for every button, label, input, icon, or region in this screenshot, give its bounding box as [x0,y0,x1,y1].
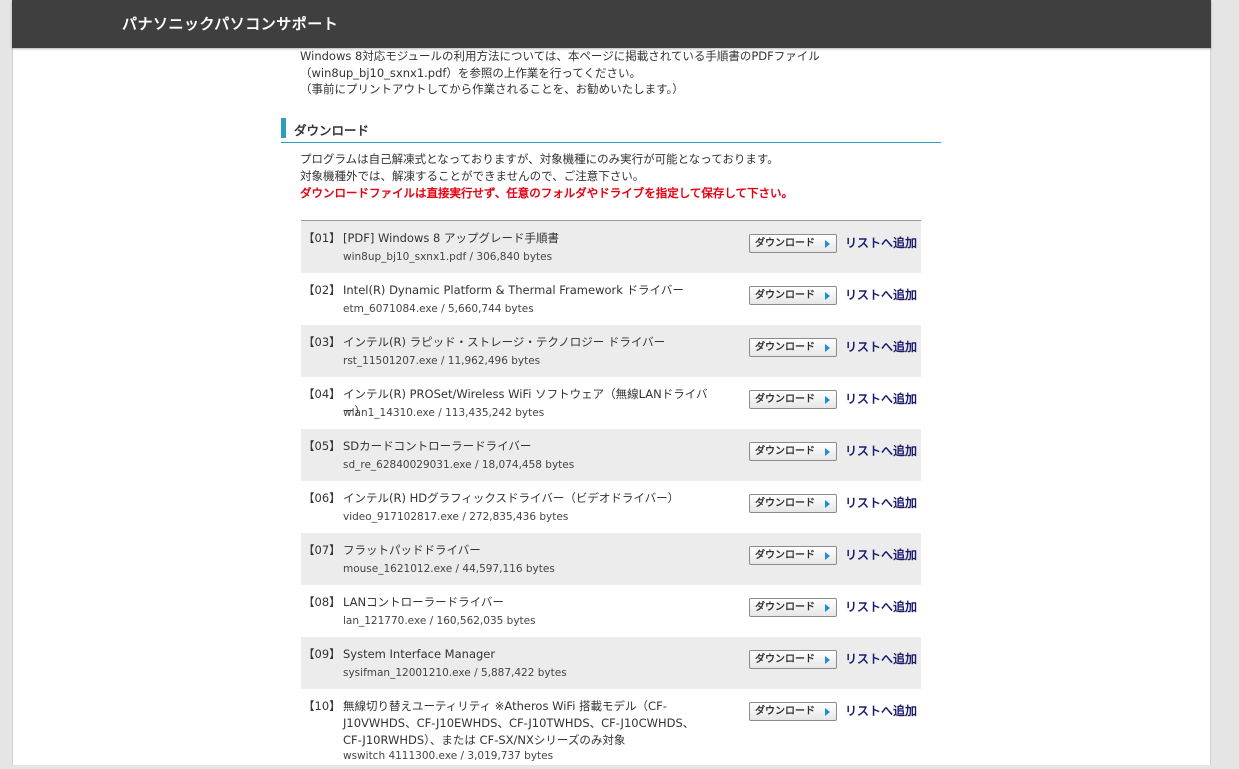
download-button[interactable]: ダウンロード [749,546,837,565]
download-button-label: ダウンロード [755,342,815,353]
item-file: sysifman_12001210.exe / 5,887,422 bytes [343,667,567,679]
download-button[interactable]: ダウンロード [749,234,837,253]
item-file: lan_121770.exe / 160,562,035 bytes [343,615,536,627]
play-arrow-icon [825,656,830,664]
list-item: 【06】 インテル(R) HDグラフィックスドライバー（ビデオドライバー） vi… [301,481,921,533]
list-item: 【03】 インテル(R) ラピッド・ストレージ・テクノロジー ドライバー rst… [301,325,921,377]
item-name: インテル(R) HDグラフィックスドライバー（ビデオドライバー） [343,491,680,505]
add-to-list-link[interactable]: リストへ追加 [845,442,917,459]
download-button[interactable]: ダウンロード [749,702,837,721]
add-to-list-link[interactable]: リストへ追加 [845,650,917,667]
add-to-list-link[interactable]: リストへ追加 [845,702,917,719]
item-name: [PDF] Windows 8 アップグレード手順書 [343,231,559,245]
download-button-label: ダウンロード [755,602,815,613]
play-arrow-icon [825,708,830,716]
download-button[interactable]: ダウンロード [749,494,837,513]
intro-line: （win8up_bj10_sxnx1.pdf）を参照の上作業を行ってください。 [300,65,642,80]
item-number: 【08】 [303,595,341,609]
item-file: mouse_1621012.exe / 44,597,116 bytes [343,563,555,575]
download-button[interactable]: ダウンロード [749,598,837,617]
add-to-list-link[interactable]: リストへ追加 [845,546,917,563]
intro-line: Windows 8対応モジュールの利用方法については、本ページに掲載されている手… [300,49,820,63]
item-file: sd_re_62840029031.exe / 18,074,458 bytes [343,459,575,471]
section-heading: ダウンロード [281,118,941,143]
warning-note: ダウンロードファイルは直接実行せず、任意のフォルダやドライブを指定して保存して下… [300,186,793,200]
item-number: 【09】 [303,647,341,661]
item-name: インテル(R) ラピッド・ストレージ・テクノロジー ドライバー [343,335,666,349]
item-number: 【10】 [303,699,341,713]
item-file: wlan1_14310.exe / 113,435,242 bytes [343,407,545,419]
intro-line: （事前にプリントアウトしてから作業されることを、お勧めいたします。） [300,82,684,96]
play-arrow-icon [825,344,830,352]
site-title[interactable]: パナソニックパソコンサポート [122,13,338,34]
item-number: 【05】 [303,439,341,453]
item-name: LANコントローラードライバー [343,595,504,609]
download-button[interactable]: ダウンロード [749,650,837,669]
item-file: wswitch 4111300.exe / 3,019,737 bytes [343,750,554,762]
play-arrow-icon [825,604,830,612]
download-button[interactable]: ダウンロード [749,390,837,409]
play-arrow-icon [825,448,830,456]
play-arrow-icon [825,500,830,508]
site-header: パナソニックパソコンサポート [12,0,1211,48]
item-name: SDカードコントローラードライバー [343,439,532,453]
download-button-label: ダウンロード [755,290,815,301]
add-to-list-link[interactable]: リストへ追加 [845,286,917,303]
download-button-label: ダウンロード [755,706,815,717]
download-button-label: ダウンロード [755,238,815,249]
item-file: win8up_bj10_sxnx1.pdf / 306,840 bytes [343,251,553,263]
download-notes: プログラムは自己解凍式となっておりますが、対象機種にのみ実行が可能となっておりま… [300,151,900,202]
download-button-label: ダウンロード [755,394,815,405]
play-arrow-icon [825,396,830,404]
item-number: 【06】 [303,491,341,505]
list-item: 【10】 無線切り替えユーティリティ ※Atheros WiFi 搭載モデル（C… [301,689,921,769]
note-line: プログラムは自己解凍式となっておりますが、対象機種にのみ実行が可能となっておりま… [300,152,779,166]
list-item: 【07】 フラットパッドドライバー mouse_1621012.exe / 44… [301,533,921,585]
download-button-label: ダウンロード [755,654,815,665]
item-name: 無線切り替えユーティリティ ※Atheros WiFi 搭載モデル（CF-J10… [343,699,695,747]
item-name: フラットパッドドライバー [343,543,481,557]
add-to-list-link[interactable]: リストへ追加 [845,494,917,511]
add-to-list-link[interactable]: リストへ追加 [845,338,917,355]
download-list: 【01】 [PDF] Windows 8 アップグレード手順書 win8up_b… [301,220,921,769]
download-button-label: ダウンロード [755,498,815,509]
play-arrow-icon [825,292,830,300]
add-to-list-link[interactable]: リストへ追加 [845,390,917,407]
add-to-list-link[interactable]: リストへ追加 [845,234,917,251]
item-file: etm_6071084.exe / 5,660,744 bytes [343,303,534,315]
download-button[interactable]: ダウンロード [749,338,837,357]
list-item: 【09】 System Interface Manager sysifman_1… [301,637,921,689]
item-number: 【03】 [303,335,341,349]
item-number: 【02】 [303,283,341,297]
item-number: 【04】 [303,387,341,401]
item-file: video_917102817.exe / 272,835,436 bytes [343,511,569,523]
download-button-label: ダウンロード [755,446,815,457]
item-file: rst_11501207.exe / 11,962,496 bytes [343,355,541,367]
item-name: Intel(R) Dynamic Platform & Thermal Fram… [343,283,684,297]
download-button[interactable]: ダウンロード [749,442,837,461]
list-item: 【02】 Intel(R) Dynamic Platform & Thermal… [301,273,921,325]
download-button[interactable]: ダウンロード [749,286,837,305]
note-line: 対象機種外では、解凍することができませんので、ご注意下さい。 [300,169,645,183]
play-arrow-icon [825,240,830,248]
section-title: ダウンロード [294,123,370,138]
add-to-list-link[interactable]: リストへ追加 [845,598,917,615]
intro-text: Windows 8対応モジュールの利用方法については、本ページに掲載されている手… [300,48,860,98]
play-arrow-icon [825,552,830,560]
list-item: 【08】 LANコントローラードライバー lan_121770.exe / 16… [301,585,921,637]
list-item: 【04】 インテル(R) PROSet/Wireless WiFi ソフトウェア… [301,377,921,429]
item-number: 【07】 [303,543,341,557]
item-name: System Interface Manager [343,647,496,661]
list-item: 【05】 SDカードコントローラードライバー sd_re_62840029031… [301,429,921,481]
download-button-label: ダウンロード [755,550,815,561]
item-number: 【01】 [303,231,341,245]
list-item: 【01】 [PDF] Windows 8 アップグレード手順書 win8up_b… [301,221,921,273]
heading-accent-bar [281,118,286,138]
